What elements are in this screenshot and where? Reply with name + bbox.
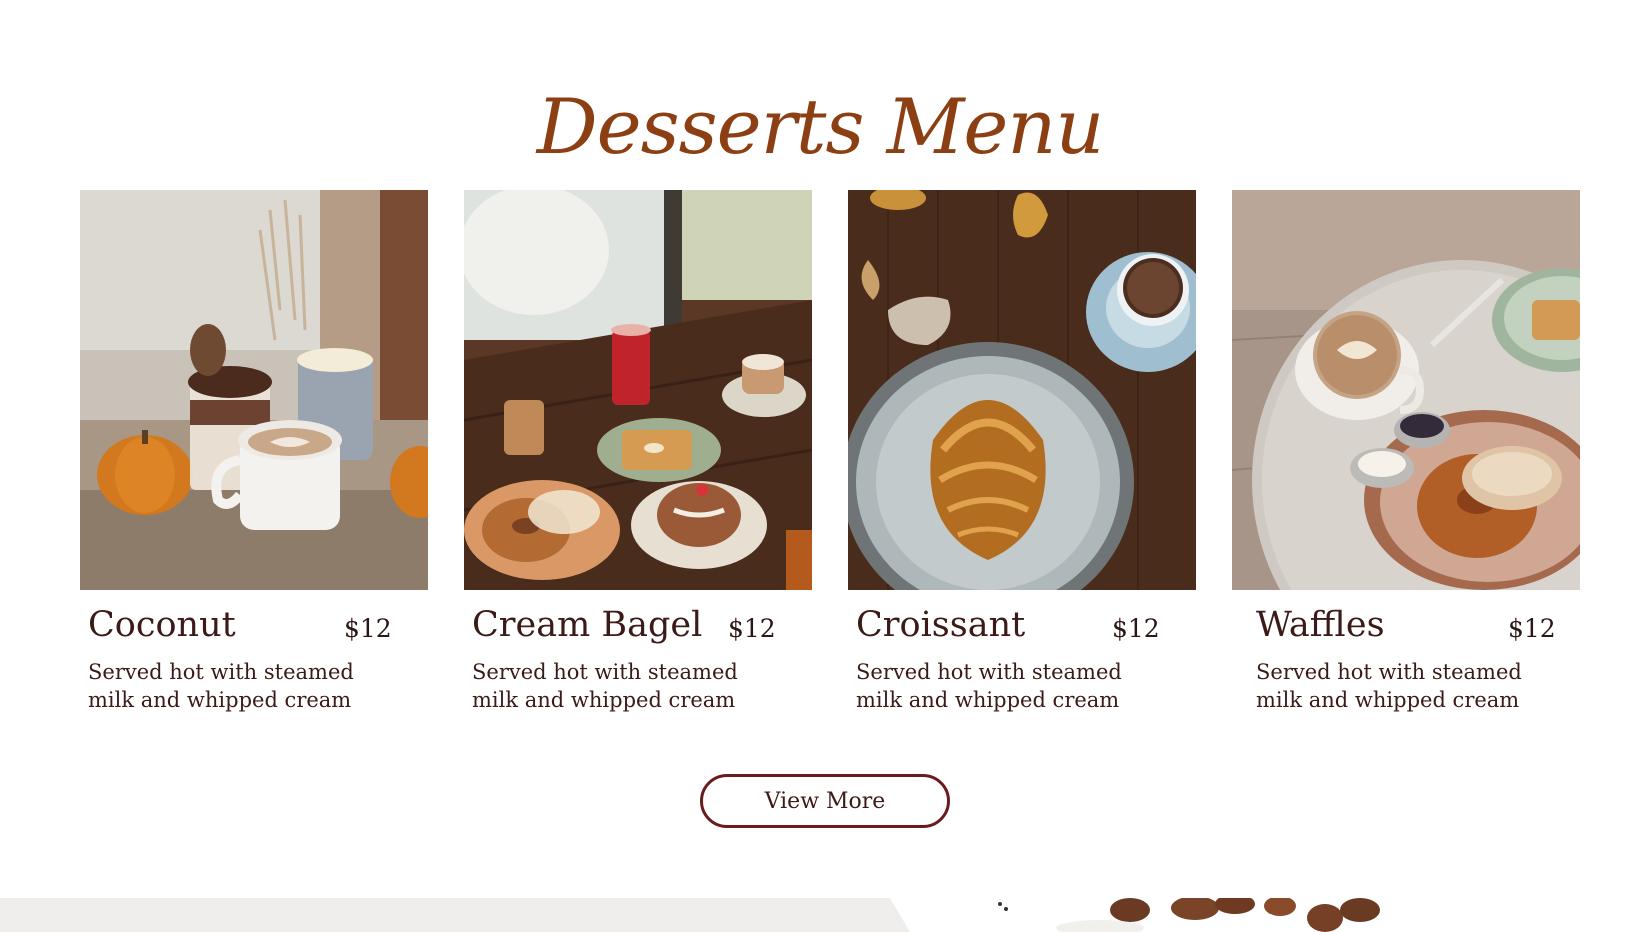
menu-item-description: Served hot with steamed milk and whipped…	[1256, 660, 1522, 712]
page-title: Desserts Menu	[536, 81, 1105, 171]
menu-card-coconut: Coconut $12 Served hot with steamed milk…	[80, 190, 428, 712]
coffee-beans-banner	[0, 898, 1640, 932]
menu-card-waffles: Waffles $12 Served hot with steamed milk…	[1232, 190, 1580, 712]
menu-item-name: Coconut	[88, 605, 236, 645]
menu-item-price: $12	[1508, 614, 1556, 643]
menu-item-price: $12	[344, 614, 392, 643]
coconut-dessert-photo	[80, 190, 428, 590]
view-more-button[interactable]: View More	[700, 774, 950, 828]
croissant-photo	[848, 190, 1196, 590]
menu-card-croissant: Croissant $12 Served hot with steamed mi…	[848, 190, 1196, 712]
menu-item-price: $12	[728, 614, 776, 643]
menu-item-description: Served hot with steamed milk and whipped…	[88, 660, 354, 712]
menu-item-name: Waffles	[1256, 605, 1385, 645]
menu-item-name: Cream Bagel	[472, 605, 703, 645]
menu-card-cream-bagel: Cream Bagel $12 Served hot with steamed …	[464, 190, 812, 712]
cream-bagel-photo	[464, 190, 812, 590]
waffles-photo	[1232, 190, 1580, 590]
menu-item-description: Served hot with steamed milk and whipped…	[856, 660, 1122, 712]
menu-item-description: Served hot with steamed milk and whipped…	[472, 660, 738, 712]
menu-item-price: $12	[1112, 614, 1160, 643]
menu-item-name: Croissant	[856, 605, 1026, 645]
